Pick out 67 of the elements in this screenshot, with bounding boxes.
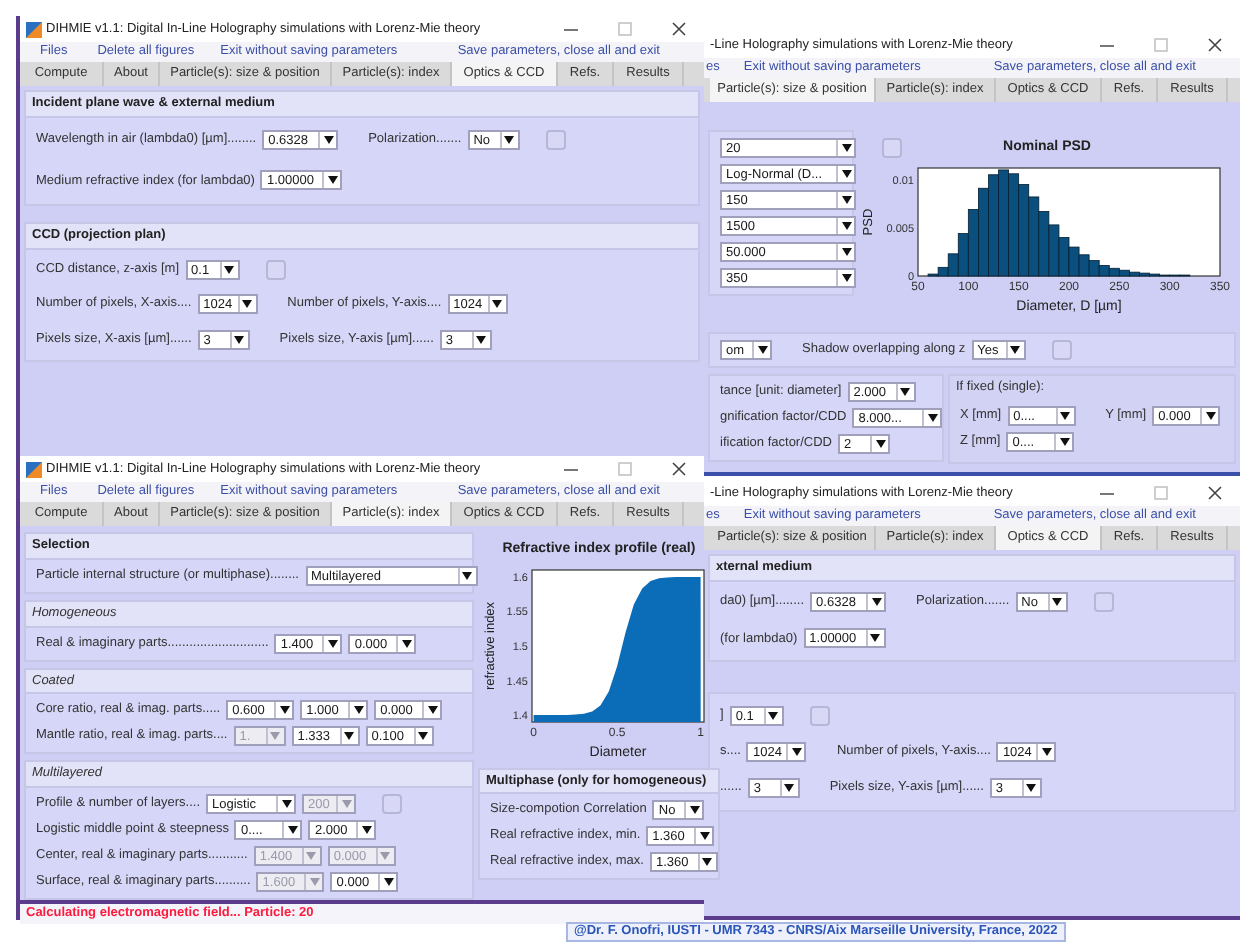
caret-icon <box>504 136 515 145</box>
caret-icon <box>784 784 795 793</box>
caret-icon <box>1010 346 1021 354</box>
caret-icon <box>768 711 779 720</box>
caret-icon <box>353 706 364 715</box>
checkbox[interactable] <box>545 130 566 151</box>
caret-icon <box>841 274 851 282</box>
maximize-icon[interactable] <box>1154 38 1168 52</box>
checkbox[interactable] <box>382 794 403 814</box>
checkbox[interactable] <box>1093 592 1114 613</box>
caret-icon <box>927 414 938 422</box>
checkbox[interactable] <box>1051 340 1072 360</box>
caret-icon <box>1205 411 1216 420</box>
caret-icon <box>841 144 851 152</box>
close-icon[interactable] <box>1208 38 1222 52</box>
caret-icon <box>327 176 338 185</box>
caret-icon <box>702 858 713 867</box>
caret-icon <box>309 878 320 886</box>
caret-icon <box>871 598 882 607</box>
checkbox[interactable] <box>265 259 286 280</box>
checkbox[interactable] <box>882 138 902 158</box>
caret-icon <box>242 300 253 309</box>
caret-icon <box>841 248 851 256</box>
maximize-icon[interactable] <box>1154 486 1168 500</box>
caret-icon <box>327 639 338 647</box>
caret-icon <box>1041 747 1052 756</box>
close-icon[interactable] <box>672 22 686 36</box>
maximize-icon[interactable] <box>618 462 632 476</box>
caret-icon <box>306 852 317 860</box>
caret-icon <box>841 170 851 178</box>
caret-icon <box>323 136 334 145</box>
caret-icon <box>757 346 767 354</box>
caret-icon <box>380 852 391 860</box>
caret-icon <box>344 732 355 741</box>
caret-icon <box>1059 437 1070 446</box>
caret-icon <box>287 826 298 834</box>
caret-icon <box>224 265 235 274</box>
caret-icon <box>1052 598 1063 607</box>
caret-icon <box>418 732 429 741</box>
caret-icon <box>401 639 412 647</box>
caret-icon <box>900 388 911 396</box>
caret-icon <box>791 747 802 756</box>
caret-icon <box>492 300 503 309</box>
caret-icon <box>427 706 438 715</box>
caret-icon <box>341 800 352 808</box>
caret-icon <box>383 878 394 886</box>
caret-icon <box>1026 784 1037 793</box>
caret-icon <box>841 222 851 230</box>
caret-icon <box>1060 411 1071 420</box>
maximize-icon[interactable] <box>618 22 632 36</box>
caret-icon <box>361 826 372 834</box>
app-icon <box>26 461 42 477</box>
close-icon[interactable] <box>1208 486 1222 500</box>
caret-icon <box>689 806 700 815</box>
caret-icon <box>699 832 710 841</box>
caret-icon <box>870 634 881 643</box>
caret-icon <box>875 440 885 448</box>
checkbox[interactable] <box>809 705 830 726</box>
caret-icon <box>281 800 292 808</box>
app-icon <box>26 21 42 37</box>
close-icon[interactable] <box>672 462 686 476</box>
caret-icon <box>462 571 472 580</box>
caret-icon <box>476 335 487 344</box>
caret-icon <box>279 706 290 715</box>
caret-icon <box>234 335 245 344</box>
caret-icon <box>841 196 851 204</box>
caret-icon <box>270 732 281 741</box>
